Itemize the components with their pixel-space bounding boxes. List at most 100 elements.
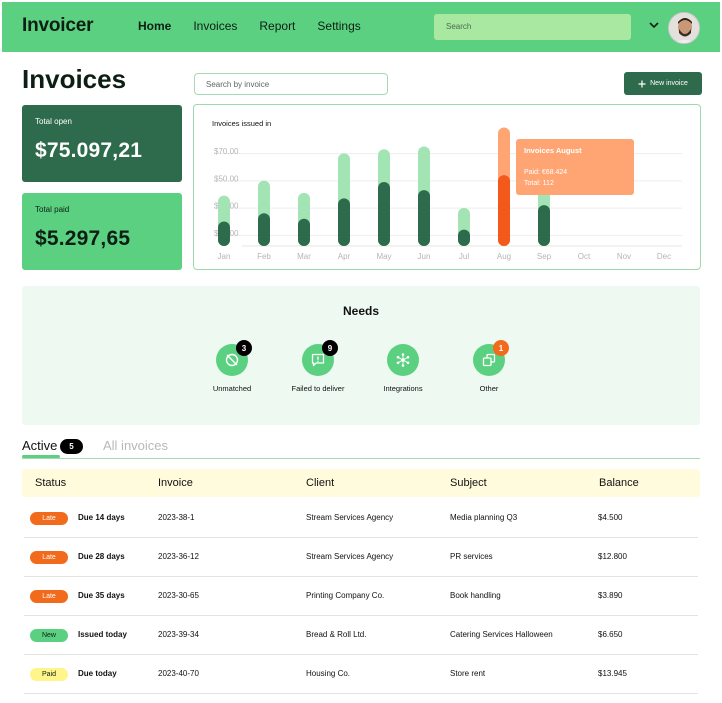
invoice-search-input[interactable]: Search by invoice [194,73,388,95]
invoices-chart: $10.00$30.00$50.00$70.00JanFebMarAprMayJ… [214,127,682,261]
invoice-tabs: Active 5 All invoices [22,437,700,459]
y-tick-label: $50.00 [214,174,239,183]
tab-all-invoices[interactable]: All invoices [103,438,168,453]
user-avatar[interactable] [668,12,700,44]
bar-paid [298,218,310,246]
nav-report[interactable]: Report [259,19,295,33]
tab-active-count: 5 [60,439,83,454]
total-open-value: $75.097,21 [35,139,143,162]
invoices-chart-card: Invoices issued in $10.00$30.00$50.00$70… [193,104,701,270]
row-due: Due today [78,669,117,678]
table-row[interactable]: Late Due 28 days 2023-36-12 Stream Servi… [24,538,698,577]
x-tick-label: Oct [578,252,591,261]
table-row[interactable]: Late Due 14 days 2023-38-1 Stream Servic… [24,499,698,538]
row-due: Due 28 days [78,552,125,561]
row-due: Issued today [78,630,127,639]
x-tick-label: May [376,252,391,261]
col-invoice[interactable]: Invoice [158,477,193,489]
global-search-input[interactable]: Search [434,14,631,40]
need-unmatched[interactable]: 3 Unmatched [187,340,277,393]
status-badge: New [30,629,68,642]
x-tick-label: Jul [459,252,469,261]
col-subject[interactable]: Subject [450,477,487,489]
nav-invoices[interactable]: Invoices [193,19,237,33]
need-integrations[interactable]: Integrations [358,344,448,393]
row-invoice: 2023-38-1 [158,513,195,522]
integrations-icon [396,353,410,367]
needs-panel: Needs 3 Unmatched 9 Failed to deliver In… [22,286,700,425]
need-failed-circle: 9 [302,340,338,376]
status-badge: Paid [30,668,68,681]
bar-paid [258,213,270,246]
x-tick-label: Nov [617,252,631,261]
needs-title: Needs [342,304,380,318]
plus-icon [638,80,646,87]
bar-paid [498,175,510,246]
bar-paid [378,181,390,246]
x-tick-label: Feb [257,252,271,261]
row-invoice: 2023-30-65 [158,591,199,600]
col-status[interactable]: Status [35,477,66,489]
row-subject: Media planning Q3 [450,513,518,522]
need-other-label: Other [479,384,499,393]
x-tick-label: Apr [338,252,351,261]
row-invoice: 2023-40-70 [158,669,199,678]
row-client: Printing Company Co. [306,591,385,600]
x-tick-label: Dec [657,252,671,261]
message-alert-icon [311,353,325,367]
need-other-circle: 1 [473,340,509,376]
other-icon [482,353,496,367]
unmatched-icon [225,353,239,367]
total-paid-label: Total paid [35,205,70,214]
row-invoice: 2023-36-12 [158,552,199,561]
col-balance[interactable]: Balance [599,477,639,489]
status-badge: Late [30,551,68,564]
need-integrations-label: Integrations [383,384,423,393]
table-row[interactable]: Late Due 35 days 2023-30-65 Printing Com… [24,577,698,616]
row-subject: Store rent [450,669,486,678]
x-tick-label: Jun [418,252,431,261]
need-unmatched-circle: 3 [216,340,252,376]
x-tick-label: Jan [218,252,231,261]
table-row[interactable]: New Issued today 2023-39-34 Bread & Roll… [24,616,698,655]
row-balance: $13.945 [598,669,627,678]
tab-active-indicator [22,455,60,458]
main-nav: Home Invoices Report Settings [136,19,383,33]
x-tick-label: Mar [297,252,311,261]
status-badge: Late [30,590,68,603]
row-due: Due 35 days [78,591,125,600]
total-paid-card: Total paid $5.297,65 [22,193,182,270]
row-subject: Book handling [450,591,501,600]
row-client: Stream Services Agency [306,552,394,561]
tooltip-total: Total: 112 [524,180,554,187]
nav-home[interactable]: Home [136,19,173,33]
row-subject: Catering Services Halloween [450,630,553,639]
bar-paid [338,198,350,246]
need-failed-count: 9 [322,340,338,356]
row-client: Stream Services Agency [306,513,394,522]
row-subject: PR services [450,552,493,561]
app-logo[interactable]: Invoicer [22,15,93,37]
bar-paid [458,229,470,246]
row-balance: $3.890 [598,591,623,600]
new-invoice-label: New invoice [650,80,688,87]
tooltip-title: Invoices August [524,146,582,155]
need-other-count: 1 [493,340,509,356]
need-other[interactable]: 1 Other [444,340,534,393]
row-balance: $12.800 [598,552,627,561]
row-due: Due 14 days [78,513,125,522]
table-header: Status Invoice Client Subject Balance [22,469,700,497]
chevron-down-icon[interactable] [647,18,661,32]
tab-active[interactable]: Active [22,438,57,453]
row-invoice: 2023-39-34 [158,630,199,639]
col-client[interactable]: Client [306,477,334,489]
row-client: Bread & Roll Ltd. [306,630,367,639]
table-row[interactable]: Paid Due today 2023-40-70 Housing Co. St… [24,655,698,694]
status-badge: Late [30,512,68,525]
bar-paid [418,190,430,246]
need-failed-to-deliver[interactable]: 9 Failed to deliver [273,340,363,393]
new-invoice-button[interactable]: New invoice [624,72,702,95]
y-tick-label: $70.00 [214,147,239,156]
x-tick-label: Aug [497,252,511,261]
nav-settings[interactable]: Settings [317,19,360,33]
